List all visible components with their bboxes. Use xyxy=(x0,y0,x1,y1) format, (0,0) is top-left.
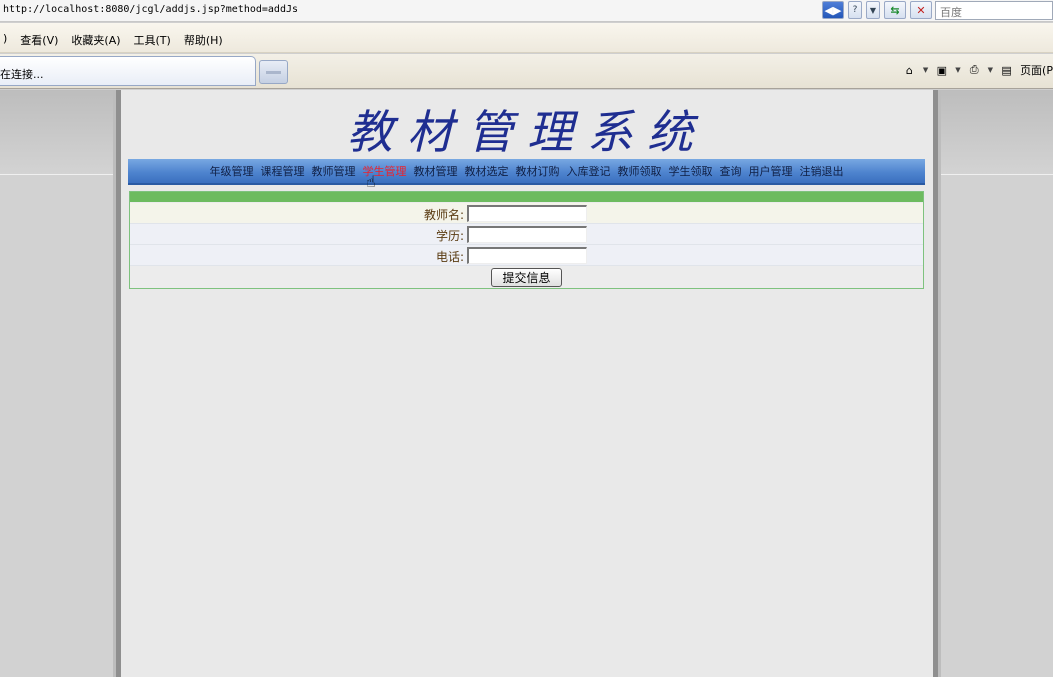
menu-item-edit[interactable]: ) xyxy=(3,32,7,48)
chevron-down-icon[interactable]: ▼ xyxy=(866,1,880,19)
print-icon[interactable]: ⎙ xyxy=(967,63,982,77)
address-bar: http://localhost:8080/jcgl/addjs.jsp?met… xyxy=(0,0,1053,22)
browser-tab[interactable]: 在连接... xyxy=(0,56,256,86)
teacher-name-input[interactable] xyxy=(467,205,587,222)
compatibility-view-icon[interactable]: ◀▶ xyxy=(822,1,844,19)
nav-item-textbook-select[interactable]: 教材选定 xyxy=(465,163,509,179)
page-viewport: 教材管理系统 年级管理 课程管理 教师管理 学生管理 教材管理 教材选定 教材订… xyxy=(0,90,1053,677)
address-buttons: ◀▶ ? ▼ ⇆ ✕ xyxy=(822,1,932,21)
nav-item-teacher[interactable]: 教师管理 xyxy=(312,163,356,179)
submit-button[interactable]: 提交信息 xyxy=(491,268,562,287)
form-row-teacher-name: 教师名: xyxy=(130,203,923,224)
url-field[interactable]: http://localhost:8080/jcgl/addjs.jsp?met… xyxy=(3,4,298,15)
page-menu-label[interactable]: 页面(P xyxy=(1020,62,1053,78)
tab-title: 在连接... xyxy=(0,68,44,81)
search-input[interactable]: 百度 xyxy=(935,1,1053,20)
nav-item-textbook-order[interactable]: 教材订购 xyxy=(516,163,560,179)
refresh-icon[interactable]: ⇆ xyxy=(884,1,906,19)
education-input[interactable] xyxy=(467,226,587,243)
menu-item-tools[interactable]: 工具(T) xyxy=(134,32,171,48)
nav-item-course[interactable]: 课程管理 xyxy=(261,163,305,179)
form-row-phone: 电话: xyxy=(130,245,923,266)
chevron-down-icon[interactable]: ▼ xyxy=(955,66,960,74)
phone-label: 电话: xyxy=(435,250,464,264)
nav-item-grade[interactable]: 年级管理 xyxy=(210,163,254,179)
teacher-name-label: 教师名: xyxy=(423,208,464,222)
help-icon[interactable]: ? xyxy=(848,1,862,19)
command-bar: ⌂ ▼ ▣ ▼ ⎙ ▼ ▤ 页面(P xyxy=(902,62,1053,78)
nav-item-stock-in[interactable]: 入库登记 xyxy=(567,163,611,179)
hand-cursor-icon: ☝ xyxy=(366,172,376,191)
form-row-education: 学历: xyxy=(130,224,923,245)
nav-item-user[interactable]: 用户管理 xyxy=(749,163,793,179)
nav-item-logout[interactable]: 注销退出 xyxy=(800,163,844,179)
stop-icon[interactable]: ✕ xyxy=(910,1,932,19)
menu-item-help[interactable]: 帮助(H) xyxy=(184,32,223,48)
menu-bar: ) 查看(V) 收藏夹(A) 工具(T) 帮助(H) xyxy=(0,23,1053,53)
main-nav: 年级管理 课程管理 教师管理 学生管理 教材管理 教材选定 教材订购 入库登记 … xyxy=(128,159,925,185)
teacher-form: 教师名: 学历: 电话: 提交信息 xyxy=(129,191,924,289)
chevron-down-icon[interactable]: ▼ xyxy=(923,66,928,74)
nav-item-textbook[interactable]: 教材管理 xyxy=(414,163,458,179)
page-title: 教材管理系统 xyxy=(347,105,707,159)
nav-item-teacher-receive[interactable]: 教师领取 xyxy=(618,163,662,179)
home-icon[interactable]: ⌂ xyxy=(902,63,917,77)
chevron-down-icon[interactable]: ▼ xyxy=(988,66,993,74)
feeds-icon[interactable]: ▣ xyxy=(934,63,949,77)
tab-row: 在连接... ⌂ ▼ ▣ ▼ ⎙ ▼ ▤ 页面(P xyxy=(0,54,1053,89)
content-frame: 教材管理系统 年级管理 课程管理 教师管理 学生管理 教材管理 教材选定 教材订… xyxy=(116,90,938,677)
menu-item-view[interactable]: 查看(V) xyxy=(20,32,58,48)
nav-item-query[interactable]: 查询 xyxy=(720,163,742,179)
education-label: 学历: xyxy=(435,229,464,243)
page-icon[interactable]: ▤ xyxy=(999,63,1014,77)
new-tab-button[interactable] xyxy=(259,60,288,84)
nav-item-student-receive[interactable]: 学生领取 xyxy=(669,163,713,179)
form-header-bar xyxy=(130,192,923,202)
phone-input[interactable] xyxy=(467,247,587,264)
menu-item-favorites[interactable]: 收藏夹(A) xyxy=(71,32,120,48)
